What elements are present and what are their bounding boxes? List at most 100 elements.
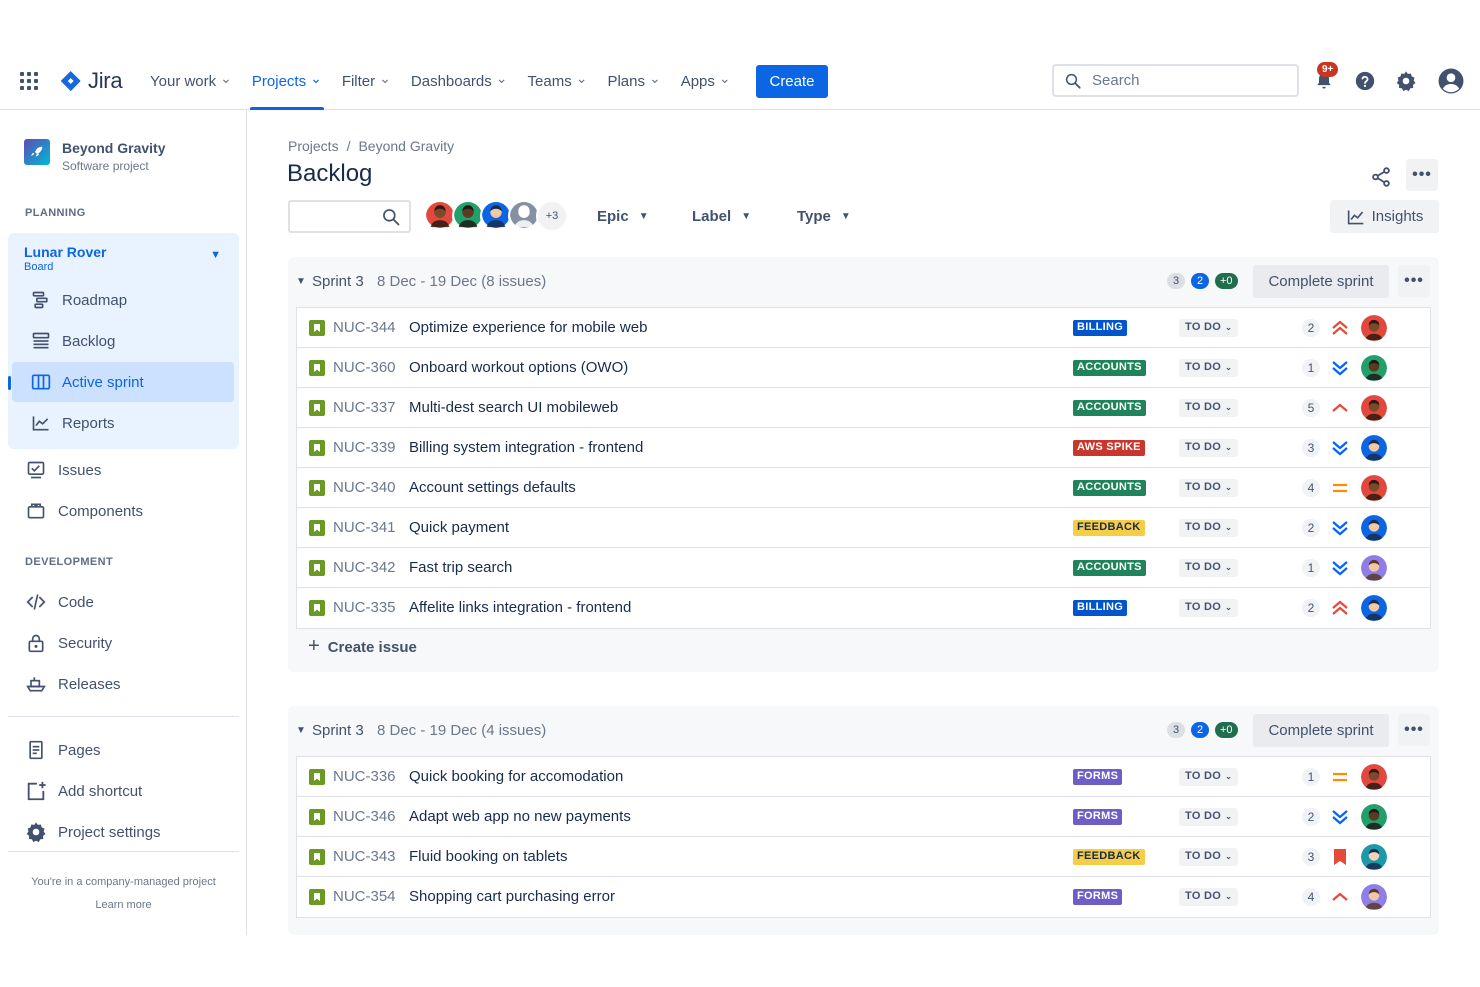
story-points-estimate[interactable]: 2 xyxy=(1302,808,1320,826)
sprint-more-button[interactable]: ••• xyxy=(1398,265,1430,297)
issue-row[interactable]: NUC-340 Account settings defaults ACCOUNTS… xyxy=(297,468,1430,508)
status-dropdown[interactable]: TO DO ⌄ xyxy=(1179,848,1239,866)
story-points-estimate[interactable]: 3 xyxy=(1302,848,1320,866)
story-points-estimate[interactable]: 1 xyxy=(1302,768,1320,786)
assignee-avatar[interactable] xyxy=(1361,315,1387,341)
issue-row[interactable]: NUC-346 Adapt web app no new payments FORM… xyxy=(297,797,1430,837)
app-switcher-icon[interactable] xyxy=(20,72,38,90)
issue-key[interactable]: NUC-346 xyxy=(333,808,396,825)
issue-key[interactable]: NUC-337 xyxy=(333,399,396,416)
issue-row[interactable]: NUC-335 Affelite links integration - fron… xyxy=(297,588,1430,628)
nav-item-filter[interactable]: Filter ⌄ xyxy=(342,52,391,110)
chevron-down-icon[interactable]: ▼ xyxy=(210,249,221,261)
assignee-avatar[interactable] xyxy=(1361,884,1387,910)
issue-summary[interactable]: Affelite links integration - frontend xyxy=(409,599,631,616)
sidebar-item-pages[interactable]: Pages xyxy=(24,735,101,765)
issue-summary[interactable]: Onboard workout options (OWO) xyxy=(409,359,628,376)
issue-summary[interactable]: Multi-dest search UI mobileweb xyxy=(409,399,618,416)
issue-key[interactable]: NUC-340 xyxy=(333,479,396,496)
more-actions-button[interactable]: ••• xyxy=(1406,159,1438,191)
status-dropdown[interactable]: TO DO ⌄ xyxy=(1179,399,1239,417)
issue-row[interactable]: NUC-343 Fluid booking on tablets FEEDBACK T… xyxy=(297,837,1430,877)
project-header[interactable]: Beyond Gravity Software project xyxy=(24,139,165,173)
backlog-search-input[interactable] xyxy=(288,200,411,233)
issue-row[interactable]: NUC-337 Multi-dest search UI mobileweb ACC… xyxy=(297,388,1430,428)
issue-summary[interactable]: Quick payment xyxy=(409,519,509,536)
issue-summary[interactable]: Fast trip search xyxy=(409,559,512,576)
issue-key[interactable]: NUC-342 xyxy=(333,559,396,576)
issue-key[interactable]: NUC-336 xyxy=(333,768,396,785)
chevron-down-icon[interactable]: ▼ xyxy=(296,276,306,287)
status-dropdown[interactable]: TO DO ⌄ xyxy=(1179,319,1239,337)
sidebar-item-roadmap[interactable]: Roadmap xyxy=(8,280,239,320)
assignee-avatar[interactable] xyxy=(1361,515,1387,541)
assignee-avatar[interactable] xyxy=(1361,764,1387,790)
jira-logo[interactable]: Jira xyxy=(60,68,123,94)
status-dropdown[interactable]: TO DO ⌄ xyxy=(1179,559,1239,577)
status-dropdown[interactable]: TO DO ⌄ xyxy=(1179,519,1239,537)
issue-summary[interactable]: Account settings defaults xyxy=(409,479,576,496)
issue-summary[interactable]: Billing system integration - frontend xyxy=(409,439,643,456)
sidebar-item-project-settings[interactable]: Project settings xyxy=(24,817,161,847)
issue-key[interactable]: NUC-344 xyxy=(333,319,396,336)
story-points-estimate[interactable]: 1 xyxy=(1302,359,1320,377)
sidebar-item-add-shortcut[interactable]: Add shortcut xyxy=(24,776,142,806)
profile-button[interactable] xyxy=(1438,68,1464,94)
nav-item-teams[interactable]: Teams ⌄ xyxy=(528,52,588,110)
sidebar-item-security[interactable]: Security xyxy=(24,628,112,658)
issue-row[interactable]: NUC-339 Billing system integration - fron… xyxy=(297,428,1430,468)
story-points-estimate[interactable]: 2 xyxy=(1302,519,1320,537)
story-points-estimate[interactable]: 1 xyxy=(1302,559,1320,577)
issue-key[interactable]: NUC-354 xyxy=(333,888,396,905)
sidebar-item-reports[interactable]: Reports xyxy=(8,403,239,443)
issue-row[interactable]: NUC-354 Shopping cart purchasing error FOR… xyxy=(297,877,1430,917)
status-dropdown[interactable]: TO DO ⌄ xyxy=(1179,808,1239,826)
issue-row[interactable]: NUC-360 Onboard workout options (OWO) ACCO… xyxy=(297,348,1430,388)
issue-summary[interactable]: Quick booking for accomodation xyxy=(409,768,623,785)
type-filter-dropdown[interactable]: Type ▼ xyxy=(797,208,851,225)
sidebar-item-issues[interactable]: Issues xyxy=(24,455,101,485)
sidebar-item-code[interactable]: Code xyxy=(24,587,94,617)
search-input[interactable]: Search xyxy=(1052,64,1299,97)
issue-key[interactable]: NUC-339 xyxy=(333,439,396,456)
status-dropdown[interactable]: TO DO ⌄ xyxy=(1179,768,1239,786)
assignee-filter-avatars[interactable]: +3 xyxy=(424,200,568,232)
nav-item-your-work[interactable]: Your work ⌄ xyxy=(150,52,232,110)
issue-row[interactable]: NUC-342 Fast trip search ACCOUNTS TO DO ⌄ 1 xyxy=(297,548,1430,588)
status-dropdown[interactable]: TO DO ⌄ xyxy=(1179,439,1239,457)
status-dropdown[interactable]: TO DO ⌄ xyxy=(1179,888,1239,906)
label-filter-dropdown[interactable]: Label ▼ xyxy=(692,208,751,225)
sidebar-item-releases[interactable]: Releases xyxy=(24,669,121,699)
help-button[interactable] xyxy=(1353,69,1377,93)
assignee-avatar[interactable] xyxy=(1361,435,1387,461)
nav-item-apps[interactable]: Apps ⌄ xyxy=(681,52,731,110)
chevron-down-icon[interactable]: ▼ xyxy=(296,725,306,736)
story-points-estimate[interactable]: 5 xyxy=(1302,399,1320,417)
issue-summary[interactable]: Shopping cart purchasing error xyxy=(409,888,615,905)
issue-row[interactable]: NUC-344 Optimize experience for mobile we… xyxy=(297,308,1430,348)
story-points-estimate[interactable]: 2 xyxy=(1302,599,1320,617)
assignee-avatar[interactable] xyxy=(1361,395,1387,421)
complete-sprint-button[interactable]: Complete sprint xyxy=(1253,714,1389,747)
issue-key[interactable]: NUC-343 xyxy=(333,848,396,865)
story-points-estimate[interactable]: 2 xyxy=(1302,319,1320,337)
issue-row[interactable]: NUC-336 Quick booking for accomodation FOR… xyxy=(297,757,1430,797)
story-points-estimate[interactable]: 3 xyxy=(1302,439,1320,457)
assignee-avatar[interactable] xyxy=(1361,595,1387,621)
epic-filter-dropdown[interactable]: Epic ▼ xyxy=(597,208,649,225)
story-points-estimate[interactable]: 4 xyxy=(1302,888,1320,906)
story-points-estimate[interactable]: 4 xyxy=(1302,479,1320,497)
learn-more-link[interactable]: Learn more xyxy=(0,899,247,911)
issue-key[interactable]: NUC-335 xyxy=(333,599,396,616)
sidebar-item-components[interactable]: Components xyxy=(24,496,143,526)
breadcrumb-projects[interactable]: Projects xyxy=(288,138,339,154)
assignee-avatar[interactable] xyxy=(1361,475,1387,501)
share-button[interactable] xyxy=(1370,166,1392,193)
complete-sprint-button[interactable]: Complete sprint xyxy=(1253,265,1389,298)
issue-summary[interactable]: Adapt web app no new payments xyxy=(409,808,631,825)
insights-button[interactable]: Insights xyxy=(1330,200,1439,233)
issue-key[interactable]: NUC-341 xyxy=(333,519,396,536)
sidebar-item-active-sprint[interactable]: Active sprint xyxy=(8,362,234,402)
issue-summary[interactable]: Optimize experience for mobile web xyxy=(409,319,647,336)
nav-item-plans[interactable]: Plans ⌄ xyxy=(607,52,660,110)
